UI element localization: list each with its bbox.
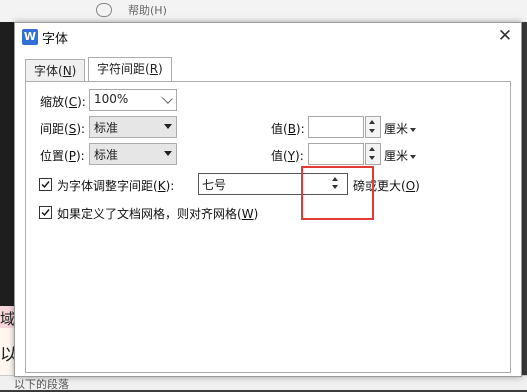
background-document: 域 以 [0,22,17,389]
spacing-by-spinner[interactable] [365,116,381,138]
spacing-label-end: ): [76,122,86,136]
kerning-suffix-key: O [405,179,416,193]
background-char-1: 域 [0,310,16,328]
position-label-text: 位置( [40,149,69,163]
snap-grid-checkbox[interactable] [39,206,52,219]
background-status-text: 以下的段落 [14,378,69,391]
background-toolbar: 帮助(H) [0,0,527,22]
snap-grid-key: W [241,207,254,221]
chevron-down-icon [160,91,173,104]
kerning-checkbox[interactable] [39,178,52,191]
spacing-by-end: ): [295,122,305,136]
spin-up-icon[interactable] [369,120,375,124]
scale-label: 缩放(C): [40,93,86,110]
scale-label-key: C [68,95,78,109]
position-by-label: 值(Y): [271,147,304,164]
help-icon [96,3,112,17]
scale-label-text: 缩放( [40,95,69,109]
snap-grid-end: ) [253,207,259,221]
spacing-select[interactable]: 标准 [89,116,177,138]
spacing-unit-dropdown[interactable]: 厘米 [384,120,417,137]
position-value: 标准 [94,148,119,162]
kerning-label: 为字体调整字间距(K): [57,177,174,194]
position-by-text: 值( [271,149,288,163]
spin-up-icon[interactable] [369,147,375,151]
spacing-label-text: 间距( [40,122,69,136]
dialog-titlebar[interactable]: W 字体 ✕ [15,23,521,51]
position-by-key: Y [287,149,296,163]
spacing-label: 间距(S): [40,120,85,137]
position-unit: 厘米 [384,149,409,163]
tab-spacing-end: ) [158,62,163,76]
dialog-title: 字体 [42,32,69,47]
kerning-suffix-end: ) [415,179,420,193]
caret-down-icon [410,154,417,159]
kerning-size-value: 七号 [202,178,227,192]
highlight-rectangle [301,166,374,220]
spin-down-icon[interactable] [369,129,375,133]
chevron-down-icon [164,124,172,129]
scale-value: 100% [94,92,129,106]
wps-writer-icon: W [22,29,38,45]
tab-font-key: N [62,64,72,78]
caret-down-icon [410,127,417,132]
scale-select[interactable]: 100% [89,89,177,111]
kerning-label-key: K [157,179,166,193]
spacing-by-text: 值( [271,122,288,136]
snap-grid-label: 如果定义了文档网格，则对齐网格(W) [57,205,258,222]
checkmark-icon [41,181,50,189]
position-by-input[interactable] [308,143,364,165]
position-select[interactable]: 标准 [89,143,177,165]
tab-font-end: ) [71,64,77,78]
tab-character-spacing[interactable]: 字符间距(R) [88,57,172,82]
help-label: 帮助(H) [128,4,167,17]
tab-spacing-key: R [149,62,159,76]
position-by-end: ): [295,149,304,163]
font-dialog: W 字体 ✕ 字体(N) 字符间距(R) 缩放(C): 100% 间距(S): … [14,22,522,377]
spacing-value: 标准 [94,121,119,135]
spacing-by-label: 值(B): [271,120,305,137]
tab-font[interactable]: 字体(N) [25,59,86,82]
checkmark-icon [41,209,50,217]
position-unit-dropdown[interactable]: 厘米 [384,147,417,164]
chevron-down-icon [164,151,172,156]
position-label-key: P [68,149,76,163]
spacing-by-input[interactable] [308,116,364,138]
scale-label-end: ): [77,95,86,109]
spacing-by-key: B [287,122,296,136]
spacing-unit: 厘米 [384,122,409,136]
tab-font-label: 字体( [34,64,63,78]
kerning-label-end: ): [165,179,175,193]
close-icon[interactable]: ✕ [495,25,515,47]
position-label: 位置(P): [40,147,85,164]
position-label-end: ): [75,149,85,163]
spin-down-icon[interactable] [369,156,375,160]
background-status: 以下的段落 [0,375,527,391]
tab-spacing-label: 字符间距( [97,62,150,76]
kerning-label-text: 为字体调整字间距( [57,179,158,193]
snap-grid-text: 如果定义了文档网格，则对齐网格( [57,207,242,221]
position-by-spinner[interactable] [365,143,381,165]
